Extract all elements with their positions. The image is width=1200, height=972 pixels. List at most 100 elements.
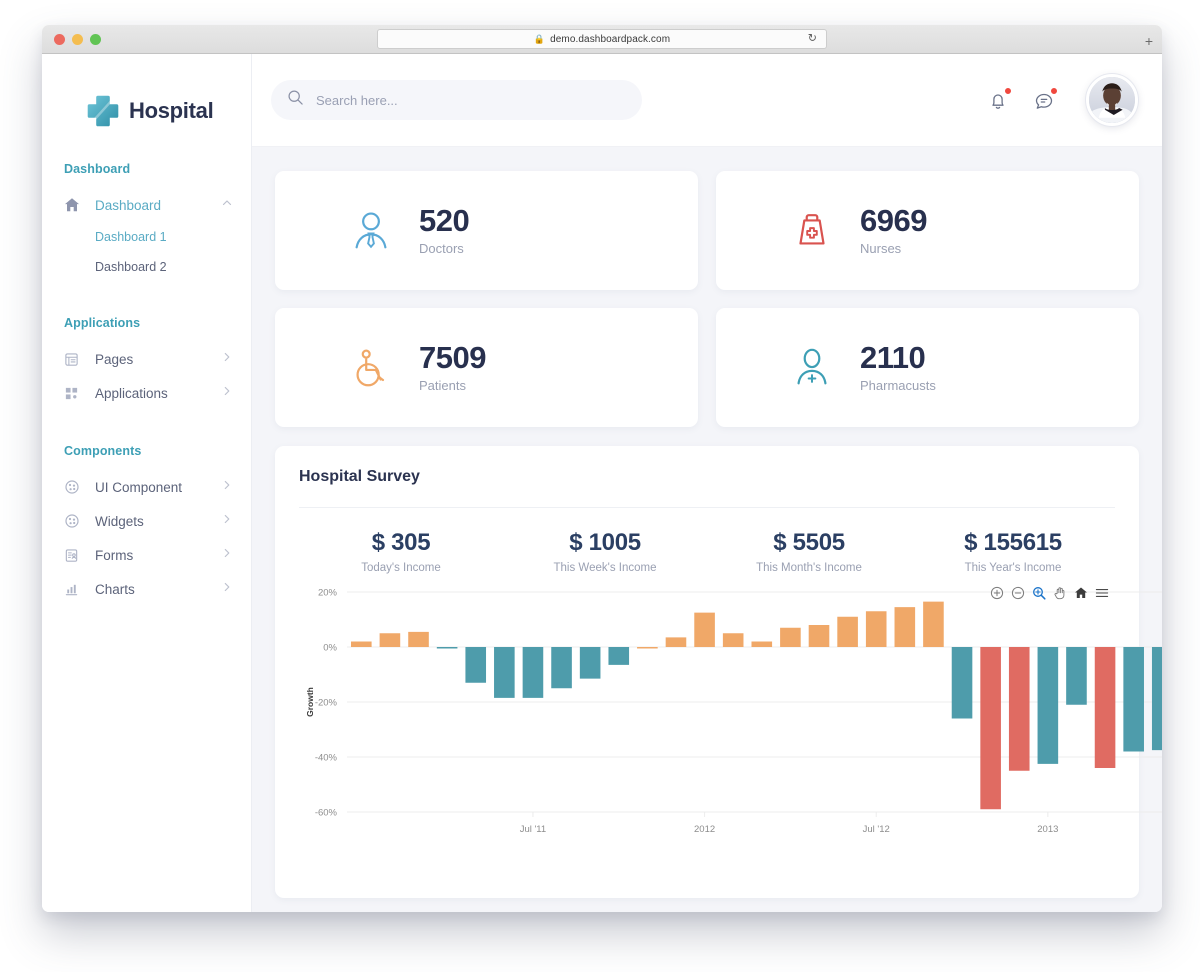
sidebar-item-pages[interactable]: Pages — [42, 342, 251, 376]
chart-bar[interactable] — [465, 647, 486, 683]
lock-icon: 🔒 — [534, 35, 545, 44]
panning-icon[interactable] — [1053, 586, 1067, 600]
brand-name: Hospital — [129, 98, 213, 124]
sidebar-item-label: Applications — [84, 386, 221, 401]
window-zoom-button[interactable] — [90, 34, 101, 45]
chevron-right-icon — [221, 580, 233, 598]
new-tab-button[interactable]: + — [1145, 34, 1153, 48]
growth-chart: 20%0%-20%-40%-60%GrowthJul '112012Jul '1… — [299, 586, 1115, 856]
sidebar-heading-components: Components — [42, 444, 251, 458]
chevron-right-icon — [221, 546, 233, 564]
chart-bar[interactable] — [809, 625, 830, 647]
y-axis-tick-label: -60% — [315, 808, 338, 819]
sidebar-item-label: Charts — [84, 582, 221, 597]
chart-bar[interactable] — [1095, 647, 1116, 768]
sidebar-heading-applications: Applications — [42, 316, 251, 330]
chart-bar[interactable] — [408, 632, 429, 647]
income-value: $ 1005 — [503, 529, 707, 557]
income-label: This Month's Income — [707, 562, 911, 574]
zoom-in-icon[interactable] — [990, 586, 1004, 600]
stat-card-doctors[interactable]: 520 Doctors — [275, 171, 698, 290]
stat-value: 6969 — [860, 205, 927, 238]
sidebar-item-widgets[interactable]: Widgets — [42, 504, 251, 538]
wheelchair-icon — [347, 345, 395, 391]
main-column: 520 Doctors 6969 — [252, 54, 1162, 912]
brand-logo-block[interactable]: Hospital — [42, 54, 251, 128]
chart-bar[interactable] — [523, 647, 544, 698]
sidebar-item-label: Dashboard — [84, 198, 221, 213]
chart-svg[interactable]: 20%0%-20%-40%-60%GrowthJul '112012Jul '1… — [299, 586, 1162, 848]
search-icon — [287, 89, 304, 111]
bar-chart-icon — [64, 582, 84, 597]
reset-home-icon[interactable] — [1074, 586, 1088, 600]
chart-bar[interactable] — [666, 637, 687, 647]
search-input[interactable] — [316, 93, 626, 108]
content-area: 520 Doctors 6969 — [252, 147, 1162, 912]
window-minimize-button[interactable] — [72, 34, 83, 45]
chart-bar[interactable] — [837, 617, 858, 647]
chart-bar[interactable] — [608, 647, 629, 665]
chart-bar[interactable] — [751, 642, 772, 648]
sidebar-item-ui-component[interactable]: UI Component — [42, 470, 251, 504]
home-icon — [64, 197, 84, 213]
window-close-button[interactable] — [54, 34, 65, 45]
chart-bar[interactable] — [866, 611, 887, 647]
income-value: $ 5505 — [707, 529, 911, 557]
sidebar-item-forms[interactable]: Forms — [42, 538, 251, 572]
chart-bar[interactable] — [1038, 647, 1059, 764]
medical-cross-logo-icon — [86, 94, 120, 128]
sidebar-item-dashboard[interactable]: Dashboard — [42, 188, 251, 222]
stat-card-pharmacusts[interactable]: 2110 Pharmacusts — [716, 308, 1139, 427]
sidebar-item-applications[interactable]: Applications — [42, 376, 251, 410]
selection-zoom-icon[interactable] — [1032, 586, 1046, 600]
chart-bar[interactable] — [1152, 647, 1162, 750]
chart-bar[interactable] — [437, 647, 458, 649]
browser-titlebar: 🔒 demo.dashboardpack.com ↻ + — [42, 25, 1162, 54]
messages-button[interactable] — [1032, 88, 1056, 112]
pages-icon — [64, 352, 84, 367]
chart-bar[interactable] — [580, 647, 601, 679]
chart-bar[interactable] — [380, 633, 401, 647]
address-bar[interactable]: 🔒 demo.dashboardpack.com ↻ — [377, 29, 827, 49]
stat-text: 6969 Nurses — [860, 205, 927, 256]
sidebar-item-label: Widgets — [84, 514, 221, 529]
sidebar-heading-dashboard: Dashboard — [42, 162, 251, 176]
notifications-button[interactable] — [986, 88, 1010, 112]
chevron-right-icon — [221, 478, 233, 496]
sidebar-subitem-dashboard-2[interactable]: Dashboard 2 — [42, 252, 251, 282]
sidebar-item-charts[interactable]: Charts — [42, 572, 251, 606]
zoom-out-icon[interactable] — [1011, 586, 1025, 600]
search-box[interactable] — [271, 80, 642, 120]
stat-card-nurses[interactable]: 6969 Nurses — [716, 171, 1139, 290]
chart-bar[interactable] — [780, 628, 801, 647]
chart-toolbar — [990, 586, 1109, 600]
y-axis-tick-label: -40% — [315, 753, 338, 764]
income-today: $ 305 Today's Income — [299, 529, 503, 574]
sidebar-item-label: Forms — [84, 548, 221, 563]
chart-bar[interactable] — [895, 607, 916, 647]
pharmacist-icon — [788, 345, 836, 391]
chart-bar[interactable] — [637, 647, 658, 649]
sidebar-subitem-dashboard-1[interactable]: Dashboard 1 — [42, 222, 251, 252]
chart-bar[interactable] — [1123, 647, 1144, 752]
nurse-bag-icon — [788, 208, 836, 254]
chart-bar[interactable] — [351, 642, 372, 648]
chart-bar[interactable] — [1009, 647, 1030, 771]
notification-badge — [1004, 87, 1012, 95]
chart-bar[interactable] — [980, 647, 1001, 809]
chart-bar[interactable] — [694, 613, 715, 647]
chart-bar[interactable] — [551, 647, 572, 688]
app-root: Hospital Dashboard Dashboard Dashboard 1… — [42, 54, 1162, 912]
stat-card-patients[interactable]: 7509 Patients — [275, 308, 698, 427]
chart-bar[interactable] — [952, 647, 973, 719]
chart-bar[interactable] — [723, 633, 744, 647]
chart-bar[interactable] — [923, 602, 944, 647]
chevron-right-icon — [221, 512, 233, 530]
chart-bar[interactable] — [1066, 647, 1087, 705]
menu-icon[interactable] — [1095, 586, 1109, 600]
avatar[interactable] — [1086, 74, 1138, 126]
income-label: Today's Income — [299, 562, 503, 574]
sidebar-item-label: Pages — [84, 352, 221, 367]
reload-icon[interactable]: ↻ — [808, 34, 817, 45]
chart-bar[interactable] — [494, 647, 515, 698]
